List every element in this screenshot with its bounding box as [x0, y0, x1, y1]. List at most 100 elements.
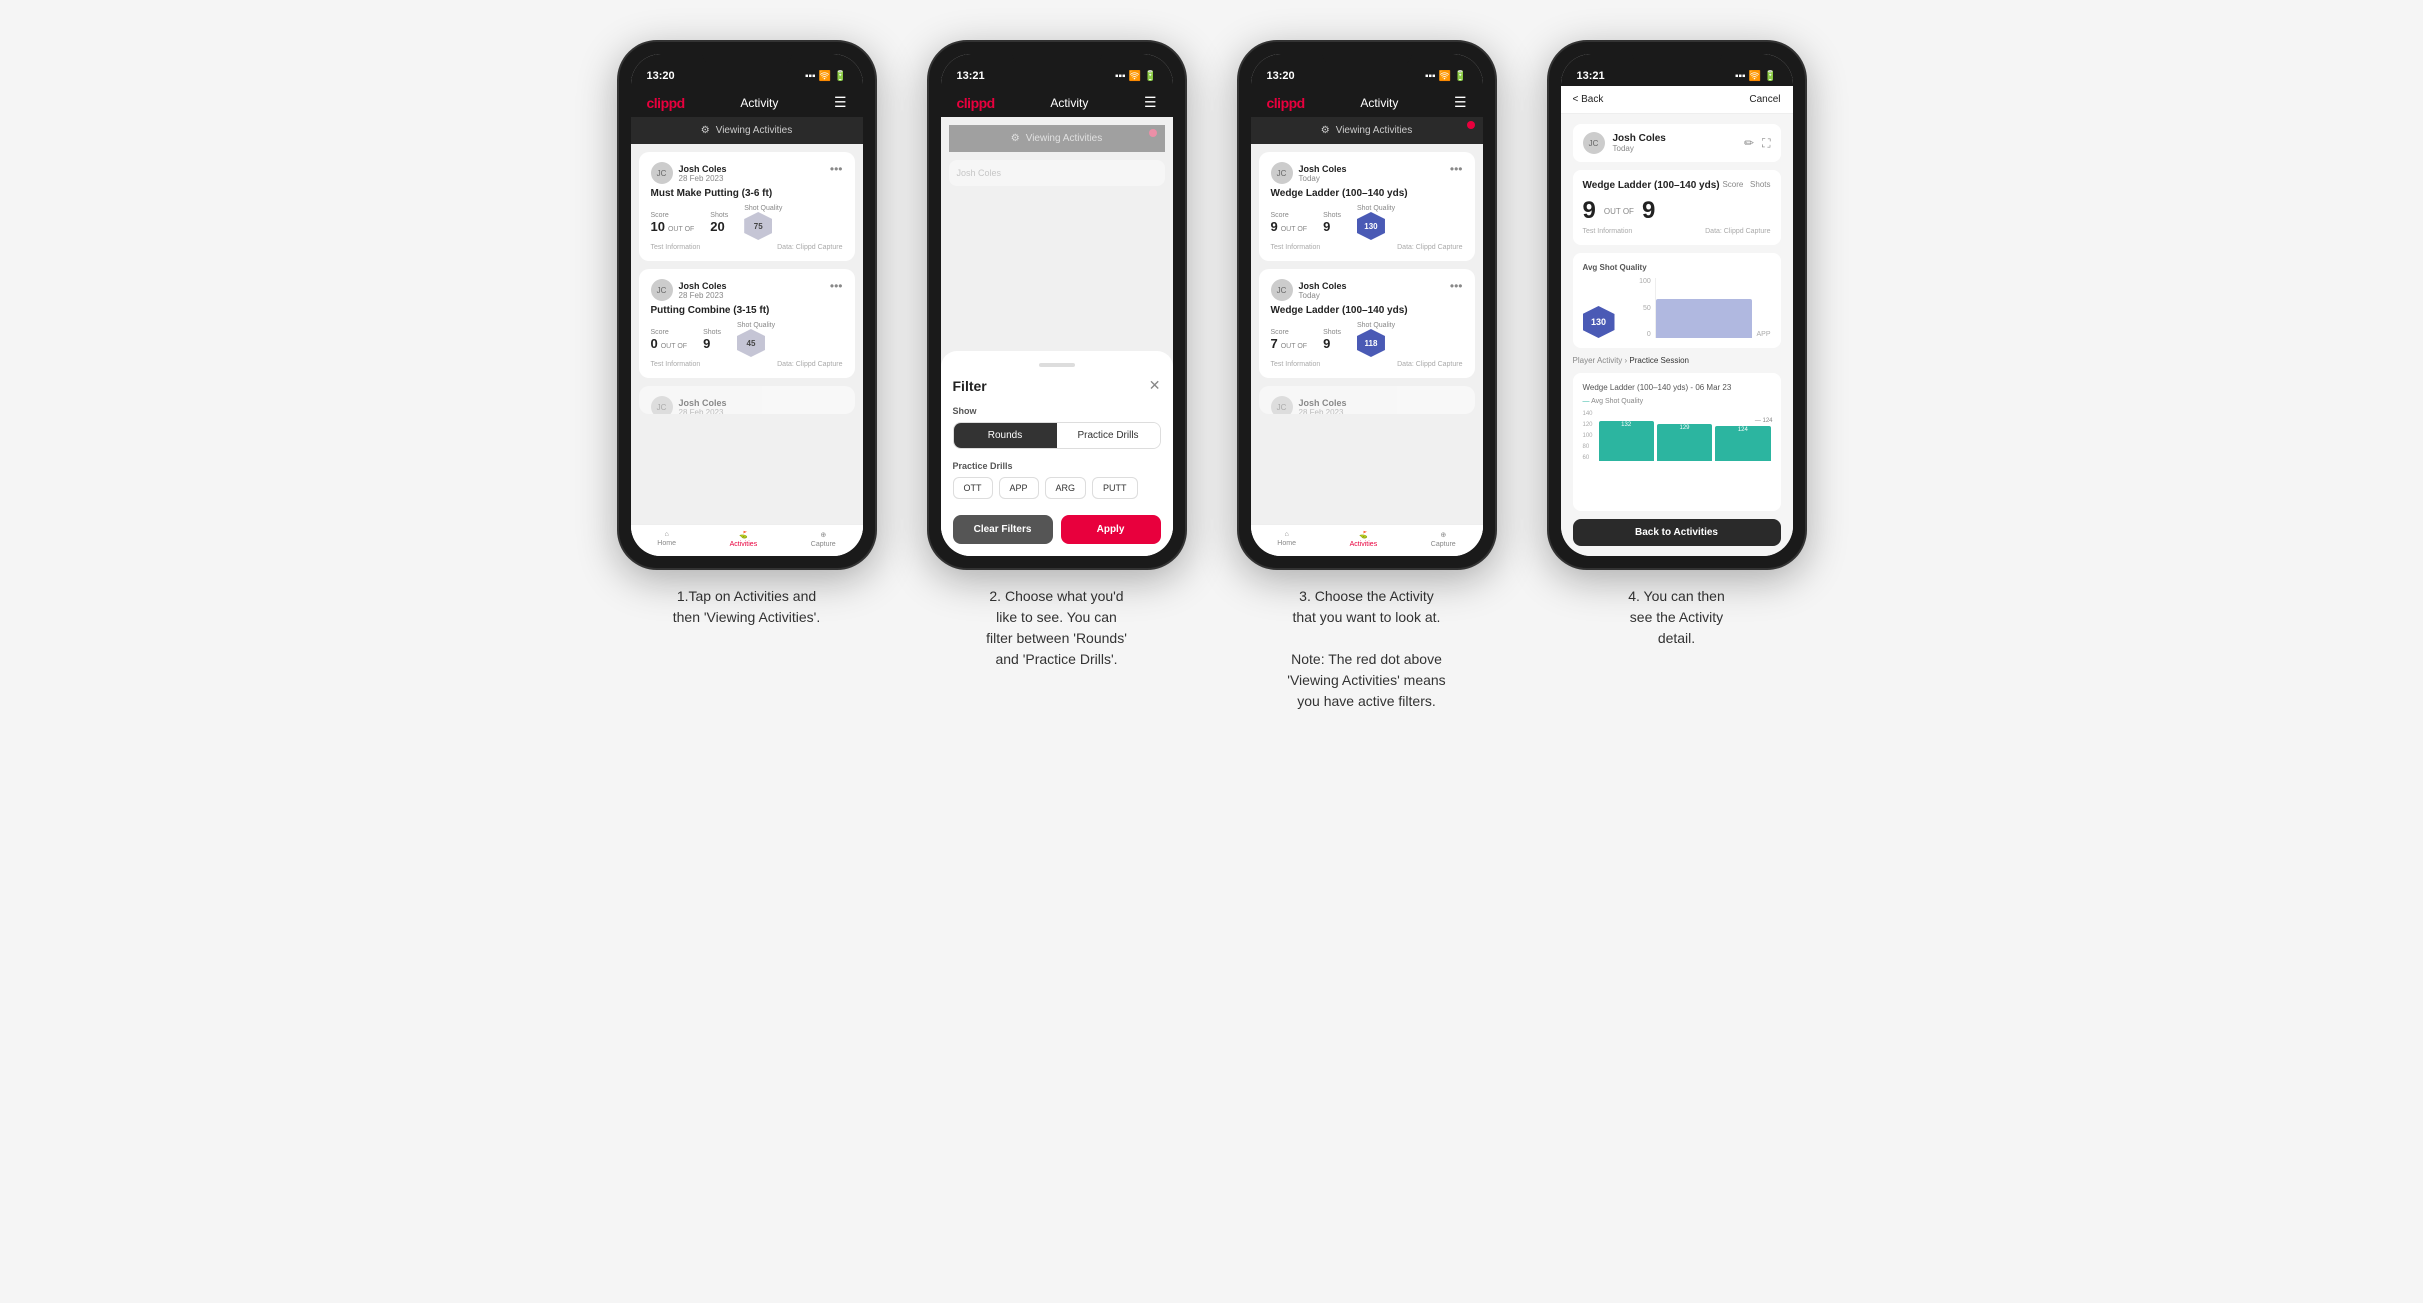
home-label-1: Home [657, 540, 676, 547]
card-title-3-1: Wedge Ladder (100–140 yds) [1271, 188, 1463, 199]
activities-icon-3: ⛳ [1359, 531, 1368, 539]
filter-icon-3: ⚙ [1321, 125, 1330, 136]
status-icons-4: ▪▪▪ 🛜 🔋 [1735, 71, 1777, 82]
card-header-3-2: JC Josh Coles Today ••• [1271, 279, 1463, 301]
signal-icon: ▪▪▪ [805, 71, 816, 82]
avatar-3-1: JC [1271, 162, 1293, 184]
card-dots-3-2[interactable]: ••• [1450, 279, 1463, 293]
bar-y-axis: 140 120 100 80 60 [1583, 411, 1593, 461]
detail-data: Data: Clippd Capture [1705, 228, 1770, 235]
drill-app[interactable]: APP [999, 477, 1039, 499]
detail-action-icons: ✏ ⛶ [1744, 136, 1770, 151]
menu-icon-3[interactable]: ☰ [1454, 94, 1467, 111]
activity-card-1-2[interactable]: JC Josh Coles 28 Feb 2023 ••• Putting Co… [639, 269, 855, 378]
edit-icon[interactable]: ✏ [1744, 136, 1754, 151]
battery-icon: 🔋 [834, 71, 846, 82]
avatar-3-2: JC [1271, 279, 1293, 301]
card-user-1-1: JC Josh Coles 28 Feb 2023 [651, 162, 727, 184]
activity-list-1: JC Josh Coles 28 Feb 2023 ••• Must Make … [631, 144, 863, 524]
drill-arg[interactable]: ARG [1045, 477, 1087, 499]
detail-user-date: Today [1613, 144, 1666, 153]
apply-button[interactable]: Apply [1061, 515, 1161, 544]
screen-content-1: ⚙ Viewing Activities JC Josh Coles [631, 117, 863, 556]
viewing-activities-label-1: Viewing Activities [716, 125, 793, 136]
signal-icon-4: ▪▪▪ [1735, 71, 1746, 82]
nav-capture-1[interactable]: ⊕ Capture [811, 531, 836, 548]
activity-card-3-2[interactable]: JC Josh Coles Today ••• Wedge Ladder (10… [1259, 269, 1475, 378]
filter-title: Filter [953, 378, 987, 394]
phone-section-1: 13:20 ▪▪▪ 🛜 🔋 clippd Activity ☰ ⚙ Viewi [607, 40, 887, 628]
activity-card-3-1[interactable]: JC Josh Coles Today ••• Wedge Ladder (10… [1259, 152, 1475, 261]
nav-activities-3[interactable]: ⛳ Activities [1350, 531, 1378, 548]
nav-capture-3[interactable]: ⊕ Capture [1431, 531, 1456, 548]
bg-card-2: Josh Coles [949, 160, 1165, 186]
practice-drills-toggle[interactable]: Practice Drills [1057, 423, 1160, 448]
screen-content-3: ⚙ Viewing Activities JC Josh Coles [1251, 117, 1483, 556]
phone-screen-4: 13:21 ▪▪▪ 🛜 🔋 < Back Cancel JC [1561, 54, 1793, 556]
quality-hex-3-1: 130 [1357, 212, 1385, 240]
detail-shots: 9 [1642, 197, 1655, 225]
activity-list-3: JC Josh Coles Today ••• Wedge Ladder (10… [1251, 144, 1483, 524]
avg-quality-title: Avg Shot Quality [1583, 263, 1771, 272]
card-stats-3-1: Score 9 OUT OF Shots 9 [1271, 205, 1463, 240]
status-time-2: 13:21 [957, 70, 985, 82]
rounds-toggle[interactable]: Rounds [954, 423, 1057, 448]
player-activity-label: Player Activity › Practice Session [1573, 356, 1781, 365]
nav-title-2: Activity [1050, 96, 1088, 110]
user-name-1-1: Josh Coles [679, 164, 727, 174]
detail-footer: Test Information Data: Clippd Capture [1583, 228, 1771, 235]
quality-hexagon-detail: 130 [1583, 306, 1615, 338]
drill-putt[interactable]: PUTT [1092, 477, 1138, 499]
clear-filters-button[interactable]: Clear Filters [953, 515, 1053, 544]
back-button[interactable]: < Back [1573, 94, 1604, 105]
bottom-nav-3: ⌂ Home ⛳ Activities ⊕ Capture [1251, 524, 1483, 556]
nav-bar-3: clippd Activity ☰ [1251, 86, 1483, 117]
cancel-button[interactable]: Cancel [1749, 94, 1780, 105]
card-dots-1-1[interactable]: ••• [830, 162, 843, 176]
drill-ott[interactable]: OTT [953, 477, 993, 499]
user-name-1-2: Josh Coles [679, 281, 727, 291]
card-user-info-3-1: Josh Coles Today [1299, 164, 1347, 183]
logo-2: clippd [957, 95, 995, 111]
activities-icon-1: ⛳ [739, 531, 748, 539]
quality-bar [1656, 299, 1753, 338]
filter-actions: Clear Filters Apply [953, 515, 1161, 544]
filter-close-icon[interactable]: ✕ [1149, 377, 1161, 394]
card-dots-3-1[interactable]: ••• [1450, 162, 1463, 176]
expand-icon[interactable]: ⛶ [1762, 136, 1770, 151]
status-icons-2: ▪▪▪ 🛜 🔋 [1115, 71, 1157, 82]
quality-hex-3-2: 118 [1357, 329, 1385, 357]
detail-score-section: Wedge Ladder (100–140 yds) Score Shots 9… [1573, 170, 1781, 245]
viewing-activities-bar-3[interactable]: ⚙ Viewing Activities [1251, 117, 1483, 144]
menu-icon-2[interactable]: ☰ [1144, 94, 1157, 111]
viewing-activities-bar-1[interactable]: ⚙ Viewing Activities [631, 117, 863, 144]
card-dots-1-2[interactable]: ••• [830, 279, 843, 293]
status-time-1: 13:20 [647, 70, 675, 82]
logo-3: clippd [1267, 95, 1305, 111]
card-footer-3-2: Test Information Data: Clippd Capture [1271, 361, 1463, 368]
detail-score-row: 9 OUT OF 9 [1583, 197, 1771, 225]
viewing-activities-bar-2: ⚙ Viewing Activities [949, 125, 1165, 152]
filter-toggle-row: Rounds Practice Drills [953, 422, 1161, 449]
filter-icon-1: ⚙ [701, 125, 710, 136]
back-to-activities-btn[interactable]: Back to Activities [1573, 519, 1781, 546]
phone-section-4: 13:21 ▪▪▪ 🛜 🔋 < Back Cancel JC [1537, 40, 1817, 649]
viewing-activities-label-3: Viewing Activities [1336, 125, 1413, 136]
activity-card-1-1[interactable]: JC Josh Coles 28 Feb 2023 ••• Must Make … [639, 152, 855, 261]
bar-chart-subtitle: — Avg Shot Quality [1583, 398, 1771, 405]
home-icon-3: ⌂ [1285, 531, 1289, 538]
red-dot-3 [1467, 121, 1475, 129]
score-label-1-1: Score [651, 212, 695, 219]
caption-1: 1.Tap on Activities and then 'Viewing Ac… [673, 586, 821, 628]
filter-drill-row: OTT APP ARG PUTT [953, 477, 1161, 499]
nav-home-3[interactable]: ⌂ Home [1277, 531, 1296, 548]
card-title-1-2: Putting Combine (3-15 ft) [651, 305, 843, 316]
detail-drill-title: Wedge Ladder (100–140 yds) Score Shots [1583, 180, 1771, 191]
chart-y-axis: 100 50 0 [1619, 278, 1651, 338]
detail-user-info: Josh Coles Today [1613, 133, 1666, 153]
menu-icon-1[interactable]: ☰ [834, 94, 847, 111]
card-user-info-1-1: Josh Coles 28 Feb 2023 [679, 164, 727, 183]
nav-activities-1[interactable]: ⛳ Activities [730, 531, 758, 548]
nav-home-1[interactable]: ⌂ Home [657, 531, 676, 548]
card-user-info-1-2: Josh Coles 28 Feb 2023 [679, 281, 727, 300]
